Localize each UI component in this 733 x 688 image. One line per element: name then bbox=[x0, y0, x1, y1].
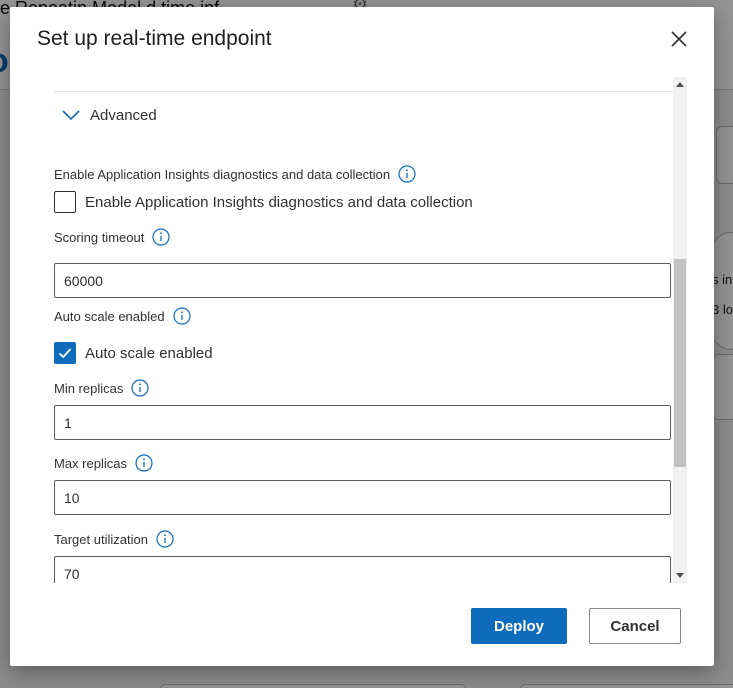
app-insights-label-text: Enable Application Insights diagnostics … bbox=[54, 166, 391, 182]
cancel-button[interactable]: Cancel bbox=[589, 608, 681, 644]
target-utilization-label-text: Target utilization bbox=[54, 531, 148, 547]
info-icon[interactable] bbox=[398, 165, 416, 183]
scoring-timeout-label: Scoring timeout bbox=[54, 228, 170, 246]
max-replicas-input[interactable] bbox=[54, 480, 671, 515]
section-divider bbox=[54, 91, 674, 92]
min-replicas-label-text: Min replicas bbox=[54, 380, 124, 396]
scroll-down-arrow-icon[interactable] bbox=[673, 569, 687, 583]
info-icon[interactable] bbox=[135, 454, 153, 472]
setup-endpoint-dialog: Set up real-time endpoint Advanced Enabl… bbox=[10, 7, 714, 666]
deploy-button[interactable]: Deploy bbox=[471, 608, 567, 644]
min-replicas-input[interactable] bbox=[54, 405, 671, 440]
info-icon[interactable] bbox=[172, 307, 191, 325]
auto-scale-label: Auto scale enabled bbox=[54, 307, 191, 325]
max-replicas-label: Max replicas bbox=[54, 454, 153, 472]
app-insights-checkbox[interactable] bbox=[54, 191, 76, 213]
dialog-scrollbar[interactable] bbox=[673, 77, 687, 583]
info-icon[interactable] bbox=[131, 379, 149, 397]
chevron-down-icon bbox=[62, 110, 80, 121]
info-icon[interactable] bbox=[152, 228, 170, 246]
dialog-form-scroll-area[interactable]: Advanced Enable Application Insights dia… bbox=[54, 77, 688, 583]
auto-scale-label-text: Auto scale enabled bbox=[54, 308, 165, 324]
auto-scale-checkbox-label[interactable]: Auto scale enabled bbox=[85, 345, 213, 362]
app-insights-label: Enable Application Insights diagnostics … bbox=[54, 165, 416, 183]
advanced-section-toggle[interactable]: Advanced bbox=[62, 102, 157, 128]
auto-scale-checkbox[interactable] bbox=[54, 342, 76, 364]
advanced-label: Advanced bbox=[90, 106, 157, 124]
scroll-up-arrow-icon[interactable] bbox=[673, 77, 687, 91]
dialog-title: Set up real-time endpoint bbox=[37, 27, 272, 50]
close-button[interactable] bbox=[667, 27, 691, 51]
app-insights-checkbox-label[interactable]: Enable Application Insights diagnostics … bbox=[85, 194, 473, 211]
min-replicas-label: Min replicas bbox=[54, 379, 149, 397]
close-icon bbox=[671, 31, 687, 47]
scoring-timeout-input[interactable] bbox=[54, 263, 671, 298]
target-utilization-input[interactable] bbox=[54, 556, 671, 583]
info-icon[interactable] bbox=[156, 530, 174, 548]
checkmark-icon bbox=[58, 348, 72, 359]
scoring-timeout-label-text: Scoring timeout bbox=[54, 229, 145, 245]
scrollbar-thumb[interactable] bbox=[674, 259, 686, 467]
auto-scale-checkbox-row[interactable]: Auto scale enabled bbox=[54, 342, 213, 364]
max-replicas-label-text: Max replicas bbox=[54, 455, 127, 471]
target-utilization-label: Target utilization bbox=[54, 530, 174, 548]
app-insights-checkbox-row[interactable]: Enable Application Insights diagnostics … bbox=[54, 191, 473, 213]
